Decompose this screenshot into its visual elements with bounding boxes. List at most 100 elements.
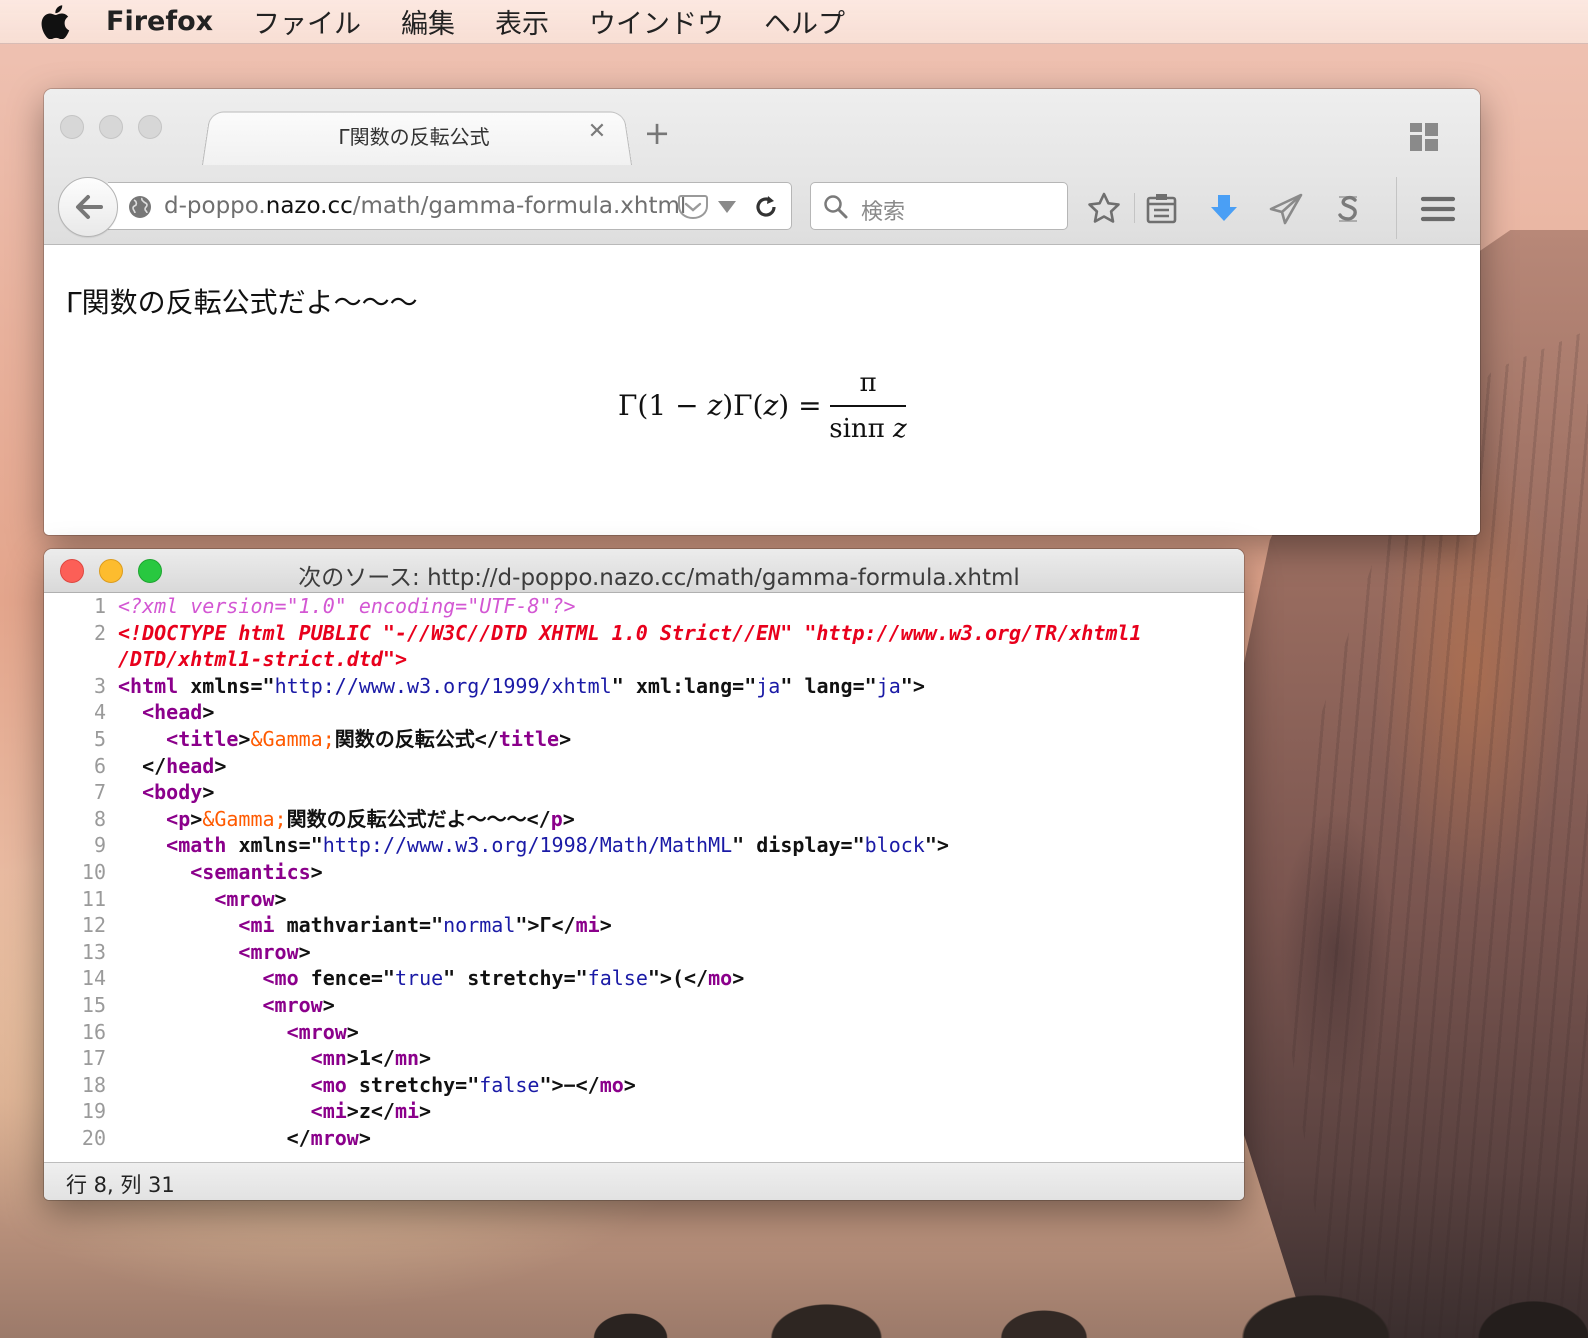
code-token: > — [202, 780, 215, 805]
code-token: =" — [370, 966, 395, 991]
code-token: &Gamma; — [250, 726, 335, 751]
code-token: ">Γ</ — [515, 913, 576, 938]
code-token: > — [202, 700, 215, 725]
hamburger-menu-icon[interactable] — [1420, 191, 1456, 227]
new-tab-button[interactable]: + — [642, 117, 672, 149]
page-content: Γ関数の反転公式だよ〜〜〜 Γ(1 − z)Γ(z) = π sinπ z — [44, 245, 1480, 535]
code-token: > — [358, 1125, 371, 1150]
apple-menu-icon[interactable] — [40, 4, 70, 39]
line-number: 19 — [81, 1099, 106, 1124]
code-token: " — [732, 833, 757, 858]
tab-close-icon[interactable]: ✕ — [584, 119, 610, 145]
tab-groups-icon[interactable] — [1410, 123, 1438, 151]
status-bar: 行 8, 列 31 — [44, 1162, 1244, 1200]
code-token: " — [443, 966, 468, 991]
code-token: <!DOCTYPE html PUBLIC "-//W3C//DTD XHTML… — [118, 620, 1142, 645]
source-line: 4 <head> — [44, 699, 1244, 726]
menu-help[interactable]: ヘルプ — [764, 2, 845, 41]
code-token: =" — [563, 966, 588, 991]
back-button[interactable] — [58, 177, 118, 237]
source-line: 1 <?xml version="1.0" encoding="UTF-8"?> — [44, 593, 1244, 620]
code-token: true — [394, 966, 444, 991]
menu-app-name[interactable]: Firefox — [106, 6, 213, 37]
line-content: <mrow> — [118, 939, 310, 966]
code-token: <mi — [310, 1099, 347, 1124]
code-token: <head — [142, 700, 203, 725]
line-content: <head> — [118, 699, 214, 726]
code-token: block — [864, 833, 925, 858]
line-content: <mo fence="true" stretchy="false">(</mo> — [118, 965, 745, 992]
window-zoom-button[interactable] — [138, 115, 162, 139]
code-token: > — [190, 806, 203, 831]
sync-s-icon[interactable] — [1330, 191, 1366, 227]
back-arrow-icon — [76, 195, 103, 219]
code-token: > — [623, 1072, 636, 1097]
formula-fraction-bar — [830, 405, 906, 407]
search-box[interactable]: 検索 — [810, 182, 1068, 230]
code-token: <p — [166, 806, 191, 831]
view-source-titlebar[interactable]: 次のソース: http://d-poppo.nazo.cc/math/gamma… — [44, 549, 1244, 593]
code-token: title — [498, 726, 560, 751]
code-token: <?xml version="1.0" encoding="UTF-8"?> — [118, 594, 576, 618]
code-token: <mo — [310, 1072, 347, 1097]
source-line: 14 <mo fence="true" stretchy="false">(</… — [44, 965, 1244, 992]
code-token: mi — [394, 1099, 420, 1124]
downloads-icon[interactable] — [1206, 191, 1242, 227]
search-icon — [824, 195, 848, 219]
formula-numerator: π — [859, 368, 877, 398]
formula-gamma-1: Γ(1 − — [618, 389, 708, 422]
line-content: /DTD/xhtml1-strict.dtd"> — [118, 646, 407, 673]
code-token: <mrow — [238, 939, 299, 964]
code-token: <mrow — [214, 886, 275, 911]
line-number: 17 — [81, 1046, 106, 1071]
bookmarks-menu-icon[interactable] — [1144, 191, 1180, 227]
menu-view[interactable]: 表示 — [495, 2, 549, 41]
menu-window[interactable]: ウインドウ — [589, 2, 724, 41]
desktop-wallpaper-trees — [500, 1232, 1588, 1338]
source-line: 9 <math xmlns="http://www.w3.org/1998/Ma… — [44, 832, 1244, 859]
code-token: lang — [804, 673, 853, 698]
line-number: 7 — [93, 780, 106, 805]
pocket-icon[interactable] — [678, 194, 708, 220]
code-token: ja — [876, 673, 901, 698]
source-line: 13 <mrow> — [44, 939, 1244, 966]
formula-denominator: sinπ z — [828, 411, 908, 447]
reload-icon[interactable] — [752, 193, 780, 221]
line-content: <title>&Gamma;関数の反転公式</title> — [118, 726, 571, 753]
code-token: =" — [732, 673, 757, 698]
url-bar[interactable]: d-poppo.nazo.cc/math/gamma-formula.xhtml — [108, 182, 792, 230]
menu-edit[interactable]: 編集 — [401, 2, 455, 41]
line-number: 10 — [81, 859, 106, 884]
code-token: false — [479, 1072, 540, 1097]
globe-icon[interactable] — [128, 195, 152, 219]
tab-title[interactable]: Γ関数の反転公式 — [244, 121, 584, 150]
line-number: 20 — [81, 1125, 106, 1150]
code-token: 関数の反転公式</ — [334, 726, 499, 751]
url-text[interactable]: d-poppo.nazo.cc/math/gamma-formula.xhtml — [164, 193, 686, 219]
line-number: 3 — [93, 673, 106, 698]
bookmark-star-icon[interactable] — [1086, 191, 1122, 227]
code-token: =" — [419, 913, 444, 938]
url-history-dropdown-icon[interactable] — [718, 201, 736, 213]
toolbar-separator — [1134, 193, 1135, 223]
window-close-button[interactable] — [60, 115, 84, 139]
share-send-icon[interactable] — [1268, 191, 1304, 227]
menu-file[interactable]: ファイル — [253, 2, 361, 41]
source-code-view[interactable]: 1 <?xml version="1.0" encoding="UTF-8"?> 2… — [44, 593, 1244, 1162]
line-content: <!DOCTYPE html PUBLIC "-//W3C//DTD XHTML… — [118, 620, 1142, 647]
window-minimize-button[interactable] — [99, 115, 123, 139]
line-number: 1 — [93, 594, 106, 618]
code-token: http://www.w3.org/1998/Math/MathML — [322, 833, 733, 858]
code-token: > — [238, 726, 251, 751]
source-line: 3 <html xmlns="http://www.w3.org/1999/xht… — [44, 673, 1244, 700]
